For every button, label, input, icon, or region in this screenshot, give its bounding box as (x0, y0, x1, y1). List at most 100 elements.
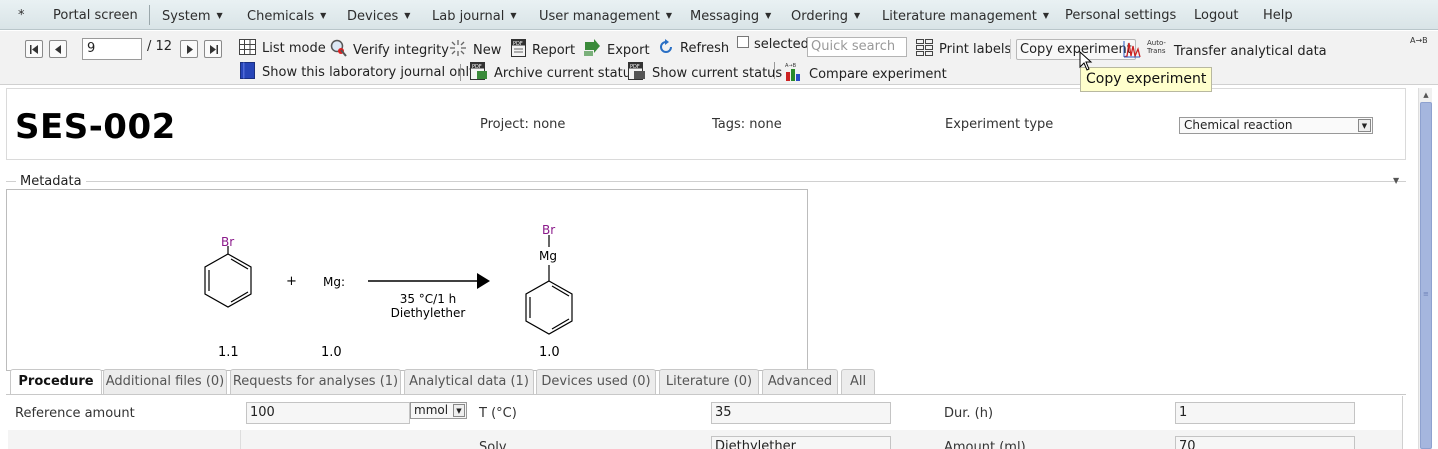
menu-item-logout[interactable]: Logout (1194, 0, 1239, 30)
pdf-view-icon: PDF (628, 62, 645, 80)
menu-item-star[interactable]: * (18, 0, 25, 30)
menu-item-literature-management[interactable]: Literature management ▼ (882, 0, 1049, 30)
archive-current-status-button[interactable]: PDF Archive current status (470, 62, 638, 82)
svg-text:A→B: A→B (785, 63, 797, 69)
svg-text:PDF: PDF (472, 64, 482, 70)
report-button[interactable]: PDF Report (511, 39, 575, 59)
tab-procedure[interactable]: Procedure (10, 369, 102, 395)
temperature-label: T (°C) (479, 406, 517, 421)
bromobenzene-structure (204, 246, 252, 308)
list-mode-button[interactable]: List mode (239, 39, 326, 59)
export-button[interactable]: Export (583, 39, 650, 59)
refresh-label: Refresh (680, 41, 730, 56)
print-labels-button[interactable]: Print labels (916, 39, 1011, 59)
magnifier-icon (330, 39, 347, 57)
menu-item-ordering[interactable]: Ordering ▼ (791, 0, 860, 30)
chevron-down-icon: ▼ (1042, 11, 1050, 20)
compare-experiment-button[interactable]: A→B Compare experiment (785, 62, 947, 82)
tab-requests-for-analyses[interactable]: Requests for analyses (1) (230, 369, 401, 394)
last-page-button[interactable] (204, 40, 222, 58)
scrollbar-thumb[interactable]: ≡ (1420, 102, 1432, 449)
tab-advanced[interactable]: Advanced (762, 369, 838, 394)
menu-item-user-management[interactable]: User management ▼ (539, 0, 672, 30)
metadata-label[interactable]: Metadata (16, 174, 86, 189)
experiment-title: SES-002 (15, 107, 176, 147)
archive-current-status-label: Archive current status (494, 66, 638, 81)
reference-amount-input[interactable]: 100 (246, 402, 410, 424)
auto-trans-line1: Auto- (1147, 39, 1166, 47)
temperature-input[interactable]: 35 (711, 402, 891, 424)
first-page-button[interactable] (25, 40, 43, 58)
show-journal-only-button[interactable]: Show this laboratory journal only (240, 62, 477, 82)
selected-label: selected (754, 37, 809, 52)
show-current-status-label: Show current status (652, 66, 783, 81)
tab-additional-files[interactable]: Additional files (0) (103, 369, 227, 394)
reactant1-equivalents: 1.1 (218, 345, 239, 360)
duration-input[interactable]: 1 (1175, 402, 1355, 424)
menu-item-system[interactable]: System ▼ (162, 0, 223, 30)
list-mode-label: List mode (262, 41, 326, 56)
transfer-analytical-data-button[interactable]: Auto- Trans Transfer analytical data (1123, 39, 1327, 59)
menu-label: User management (539, 9, 660, 24)
previous-page-button[interactable] (49, 40, 67, 58)
tab-literature[interactable]: Literature (0) (659, 369, 759, 394)
amount-label: Amount (ml) (944, 440, 1026, 449)
menu-item-devices[interactable]: Devices ▼ (347, 0, 410, 30)
quick-search-input[interactable]: Quick search (807, 37, 907, 57)
procedure-row-1: Reference amount 100 mmol ▼ T (°C) 35 Du… (8, 396, 1402, 430)
menu-label: Literature management (882, 9, 1037, 24)
menu-item-chemicals[interactable]: Chemicals ▼ (247, 0, 326, 30)
scroll-up-icon[interactable]: ▲ (1419, 88, 1433, 102)
product-magnesium-label: Mg (539, 249, 557, 263)
solvent-input[interactable]: Diethylether (711, 436, 891, 449)
menu-label: Lab journal (432, 9, 505, 24)
next-page-button[interactable] (180, 40, 198, 58)
reactant2-equivalents: 1.0 (321, 345, 342, 360)
menu-star-label: * (18, 8, 25, 23)
verify-integrity-button[interactable]: Verify integrity (329, 39, 449, 59)
chevron-down-icon: ▼ (320, 11, 327, 20)
chevron-down-icon: ▼ (510, 11, 517, 20)
column-divider (240, 430, 241, 449)
tab-devices-used[interactable]: Devices used (0) (536, 369, 656, 394)
tab-all[interactable]: All (841, 369, 875, 394)
svg-text:PDF: PDF (513, 41, 523, 47)
copy-experiment-button[interactable]: Copy experiment (1016, 39, 1136, 60)
menu-item-help[interactable]: Help (1263, 0, 1293, 30)
menu-label: Help (1263, 8, 1293, 23)
selected-checkbox[interactable] (737, 36, 749, 48)
reaction-scheme[interactable]: Br 1.1 + Mg: 1.0 35 °C/1 h Diethylether … (6, 189, 808, 371)
unit-select[interactable]: mmol ▼ (410, 402, 467, 419)
new-button[interactable]: New (449, 39, 501, 59)
show-current-status-button[interactable]: PDF Show current status (628, 62, 782, 82)
menu-label: Chemicals (247, 9, 315, 24)
tab-analytical-data[interactable]: Analytical data (1) (404, 369, 534, 394)
solvent-label: Solv. (479, 440, 510, 449)
print-labels-label: Print labels (939, 42, 1012, 57)
grip-icon: ≡ (1423, 290, 1429, 298)
show-journal-only-label: Show this laboratory journal only (262, 65, 477, 80)
pdf-document-icon: PDF (511, 39, 526, 57)
tags-field: Tags: none (712, 117, 782, 132)
report-label: Report (532, 43, 576, 58)
chevron-down-icon: ▼ (854, 11, 861, 20)
page-number-input[interactable]: 9 (82, 38, 142, 60)
panel-border (1402, 396, 1403, 449)
experiment-header-panel: SES-002 Project: none Tags: none Experim… (6, 88, 1406, 160)
product-equivalents: 1.0 (539, 345, 560, 360)
compare-corner-icon[interactable]: A→B (1410, 36, 1428, 45)
procedure-row-2: Solv. Diethylether Amount (ml) 70 (8, 430, 1402, 449)
chevron-down-icon[interactable]: ▼ (1393, 176, 1399, 185)
amount-input[interactable]: 70 (1175, 436, 1355, 449)
chevron-down-icon: ▼ (765, 11, 772, 20)
refresh-button[interactable]: Refresh (658, 39, 729, 59)
menu-item-lab-journal[interactable]: Lab journal ▼ (432, 0, 517, 30)
menu-item-personal-settings[interactable]: Personal settings (1065, 0, 1176, 30)
auto-trans-line2: Trans (1147, 47, 1166, 55)
tab-divider (6, 394, 1406, 395)
menu-item-messaging[interactable]: Messaging ▼ (690, 0, 771, 30)
selected-checkbox-group[interactable]: selected (737, 35, 809, 55)
vertical-scrollbar[interactable]: ▲ ≡ (1418, 88, 1432, 449)
experiment-type-select[interactable]: Chemical reaction ▼ (1179, 117, 1373, 134)
menu-item-portal-screen[interactable]: Portal screen (53, 0, 138, 30)
